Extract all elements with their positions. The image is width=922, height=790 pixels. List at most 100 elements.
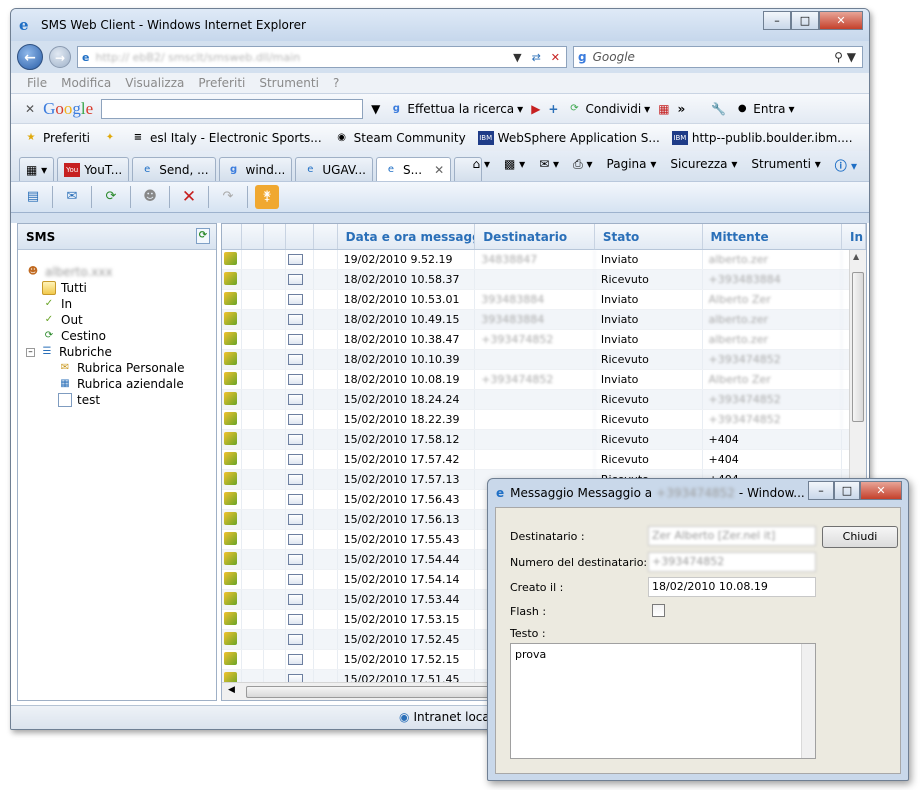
favorite-item[interactable]: ◉ Steam Community (334, 131, 465, 145)
back-button[interactable]: ← (17, 44, 43, 70)
google-search-button[interactable]: g Effettua la ricerca ▾ (388, 102, 523, 116)
page-menu[interactable]: Pagina ▾ (607, 157, 657, 174)
tab-youtube[interactable]: You YouT... (57, 157, 130, 181)
security-menu[interactable]: Sicurezza ▾ (670, 157, 737, 174)
menu-visualizza[interactable]: Visualizza (125, 76, 184, 90)
text-area[interactable]: prova (510, 643, 816, 759)
cell-empty (264, 430, 286, 449)
maximize-button[interactable]: □ (791, 11, 819, 30)
table-row[interactable]: 18/02/2010 10.10.39 Ricevuto +393474852 (222, 350, 866, 370)
close-tab-icon[interactable]: ✕ (434, 163, 444, 177)
search-icon[interactable]: ⚲ ▼ (834, 50, 856, 64)
menu-modifica[interactable]: Modifica (61, 76, 111, 90)
forward-icon[interactable]: ↷ (216, 185, 240, 209)
scroll-up-icon[interactable]: ▲ (853, 252, 859, 261)
textarea-scrollbar[interactable] (801, 644, 815, 758)
menu-file[interactable]: File (27, 76, 47, 90)
table-row[interactable]: 18/02/2010 10.53.01 393483884 Inviato Alber… (222, 290, 866, 310)
tree-item-rubrica-personale[interactable]: ✉ Rubrica Personale (26, 360, 216, 376)
tab-wind[interactable]: g wind... (218, 157, 293, 181)
home-icon[interactable]: ⌂ ▾ (473, 157, 490, 174)
stop-icon[interactable]: ✕ (551, 51, 560, 64)
field-creato[interactable]: 18/02/2010 10.08.19 (648, 577, 816, 597)
table-row[interactable]: 18/02/2010 10.08.19 +393474852 Inviato Albe… (222, 370, 866, 390)
menu-preferiti[interactable]: Preferiti (198, 76, 245, 90)
more-chevron[interactable]: » (678, 102, 686, 116)
table-row[interactable]: 15/02/2010 18.22.39 Ricevuto +393474852 (222, 410, 866, 430)
add-contact-icon[interactable]: ☻ (138, 185, 162, 209)
chiudi-button[interactable]: Chiudi (822, 526, 898, 548)
close-toolbar-icon[interactable]: ✕ (25, 102, 35, 116)
refresh-folders-icon[interactable]: ⟳ (196, 228, 210, 244)
google-search-input[interactable] (101, 98, 364, 119)
field-destinatario[interactable]: Zer Alberto [Zer.nel it] (648, 526, 816, 546)
tree-item-in[interactable]: ✓ In (26, 296, 216, 312)
table-row[interactable]: 15/02/2010 17.58.12 Ricevuto +404 (222, 430, 866, 450)
tab-send[interactable]: e Send, ... (132, 157, 216, 181)
tree-item-rubrica-aziendale[interactable]: ▦ Rubrica aziendale (26, 376, 216, 392)
dropdown-arrow-icon[interactable]: ▼ (513, 51, 521, 64)
new-message-icon[interactable]: ▤ (21, 185, 45, 209)
tree-account[interactable]: ☻ alberto.xxx (26, 264, 216, 280)
google-dropdown-icon[interactable]: ▼ (371, 102, 380, 116)
menu-strumenti[interactable]: Strumenti (259, 76, 319, 90)
field-numero[interactable]: +393474852 (648, 552, 816, 572)
delete-icon[interactable]: ✕ (177, 185, 201, 209)
favorite-item[interactable]: IBM WebSphere Application S... (477, 130, 660, 145)
table-row[interactable]: 18/02/2010 10.38.47 +393474852 Inviato albe… (222, 330, 866, 350)
collapse-icon[interactable]: – (26, 347, 35, 357)
send-sms-icon[interactable]: ✉ (60, 185, 84, 209)
refresh-icon[interactable]: ⇄ (532, 51, 541, 64)
share-button[interactable]: ⟳ Condividi ▾ (566, 102, 650, 116)
table-row[interactable]: 19/02/2010 9.52.19 34838847 Inviato alberto… (222, 250, 866, 270)
header-date[interactable]: Data e ora messaggio (338, 224, 476, 249)
tab-list-button[interactable]: ▦ ▾ (19, 157, 55, 181)
translate-icon[interactable]: ▦ (658, 102, 669, 116)
header-stato[interactable]: Stato (595, 224, 703, 249)
table-row[interactable]: 18/02/2010 10.58.37 Ricevuto +393483884 (222, 270, 866, 290)
forward-button[interactable]: → (49, 46, 71, 68)
scroll-left-icon[interactable]: ◀ (228, 685, 235, 695)
tree-item-out[interactable]: ✓ Out (26, 312, 216, 328)
tree-item-rubriche[interactable]: – ☰ Rubriche (26, 344, 216, 360)
tree-item-cestino[interactable]: ⟳ Cestino (26, 328, 216, 344)
envelope-icon (287, 294, 303, 305)
rss-icon[interactable]: ▩ ▾ (504, 157, 525, 174)
bookmark-icon[interactable]: ▶ (531, 102, 540, 116)
tree-item-tutti[interactable]: Tutti (26, 280, 216, 296)
login-button[interactable]: ● Entra ▾ (734, 102, 795, 116)
table-row[interactable]: 15/02/2010 18.24.24 Ricevuto +393474852 (222, 390, 866, 410)
header-in[interactable]: In (842, 224, 866, 249)
header-destinatario[interactable]: Destinatario (475, 224, 595, 249)
close-button[interactable]: ✕ (819, 11, 863, 30)
tab-sms-active[interactable]: e S... ✕ (376, 157, 452, 181)
add-favorite-icon[interactable]: ✦ (102, 131, 118, 145)
favorite-item[interactable]: ≡ esl Italy - Electronic Sports... (130, 131, 322, 145)
tools-menu[interactable]: Strumenti ▾ (751, 157, 820, 174)
flash-checkbox[interactable] (652, 604, 665, 617)
key-icon[interactable]: ⚵ (255, 185, 279, 209)
table-row[interactable]: 18/02/2010 10.49.15 393483884 Inviato alber… (222, 310, 866, 330)
menu-help[interactable]: ? (333, 76, 339, 90)
plus-icon[interactable]: + (548, 102, 558, 116)
print-icon[interactable]: ⎙ ▾ (573, 157, 592, 174)
globe-icon: ◉ (399, 710, 410, 724)
mail-icon[interactable]: ✉ ▾ (539, 157, 559, 174)
dialog-maximize-button[interactable]: □ (834, 481, 860, 500)
refresh-icon[interactable]: ⟳ (99, 185, 123, 209)
favorites-button[interactable]: ★ Preferiti (23, 131, 90, 145)
search-box[interactable]: g Google ⚲ ▼ (573, 46, 863, 68)
help-icon[interactable]: ⓘ ▾ (835, 157, 857, 174)
table-row[interactable]: 15/02/2010 17.57.42 Ricevuto +404 (222, 450, 866, 470)
address-bar[interactable]: e http:// ebB2/ smsclt/smsweb.dll/main ▼… (77, 46, 567, 68)
tab-ugav[interactable]: e UGAV... (295, 157, 373, 181)
header-mittente[interactable]: Mittente (703, 224, 843, 249)
favorite-item[interactable]: IBM http--publib.boulder.ibm.... (671, 130, 853, 145)
dialog-minimize-button[interactable]: – (808, 481, 834, 500)
minimize-button[interactable]: – (763, 11, 791, 30)
dialog-close-button[interactable]: ✕ (860, 481, 902, 500)
wrench-icon[interactable]: 🔧 (711, 102, 726, 116)
envelope-cell (286, 590, 314, 609)
tree-item-test[interactable]: test (26, 392, 216, 408)
scroll-thumb[interactable] (852, 272, 864, 422)
